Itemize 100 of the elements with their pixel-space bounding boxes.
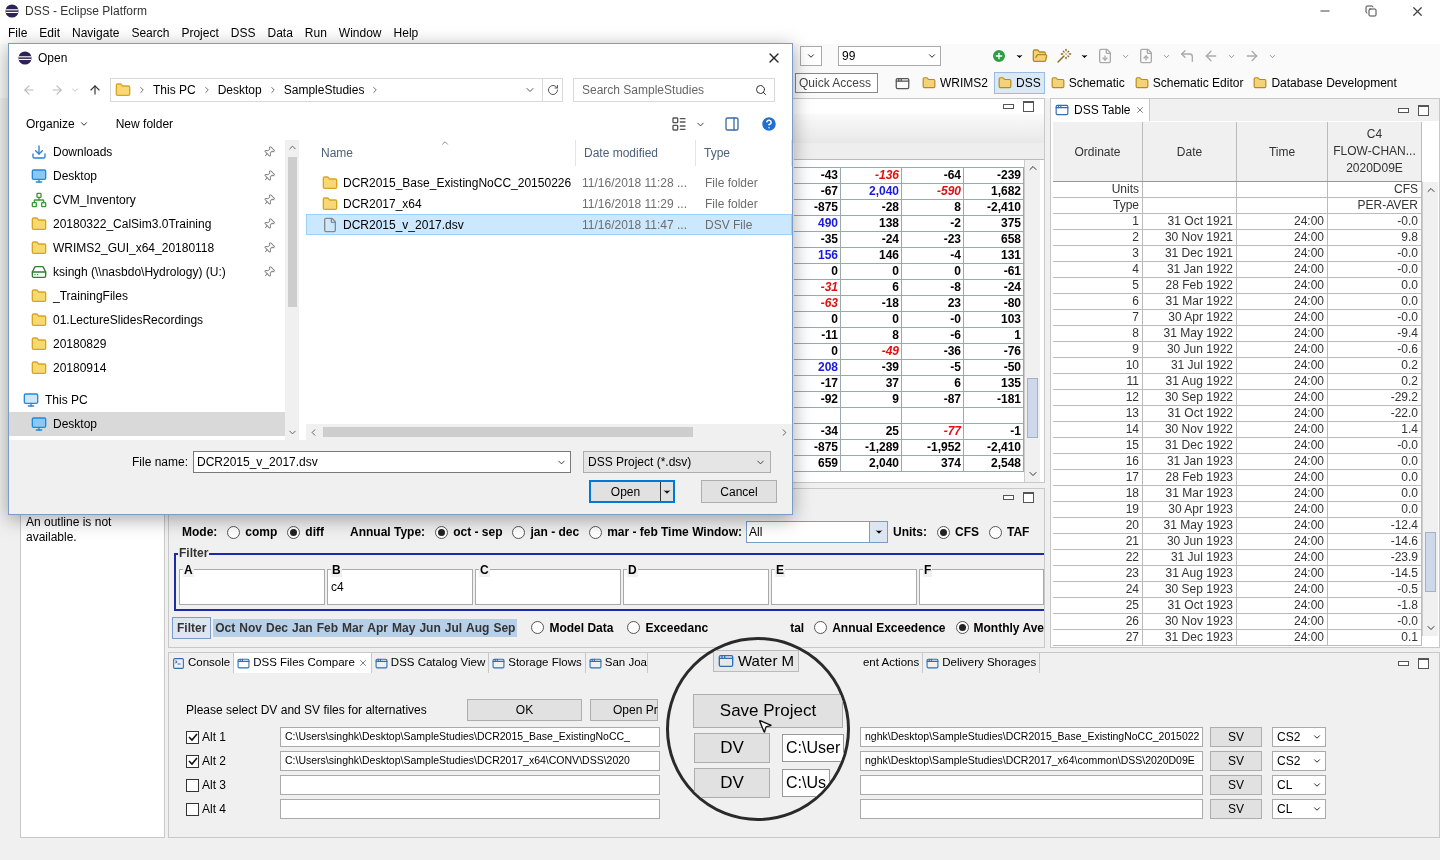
minimize-button[interactable] — [1003, 104, 1014, 110]
breadcrumb[interactable]: SampleStudies — [283, 81, 365, 99]
nav-item[interactable]: _TrainingFiles — [9, 284, 285, 308]
menu-item[interactable]: Navigate — [66, 24, 126, 42]
file-down-icon[interactable] — [1097, 48, 1113, 64]
view-tab[interactable]: San Joa — [585, 653, 648, 673]
wand-icon[interactable] — [1056, 48, 1072, 64]
dv-button[interactable]: DV — [694, 768, 770, 798]
month-toggle[interactable]: Nov — [237, 618, 264, 637]
preview-pane-icon[interactable] — [724, 116, 740, 132]
maximize-button[interactable] — [1023, 491, 1034, 503]
column-header[interactable]: Ordinate — [1053, 122, 1143, 181]
type-dropdown[interactable]: CS2 — [1272, 751, 1326, 771]
radio-button[interactable] — [989, 525, 1002, 539]
file-row[interactable]: DCR2015_Base_ExistingNoCC_20150226 11/16/2018 11:28 ... File folder — [306, 172, 792, 193]
menu-item[interactable]: DSS — [224, 24, 262, 42]
scrollbar[interactable] — [1024, 160, 1040, 482]
file-row[interactable]: DCR2015_v_2017.dsv 11/16/2018 11:47 ... DSV File — [306, 214, 792, 235]
radio-button[interactable] — [589, 525, 603, 539]
column-header[interactable]: Date modified — [576, 140, 696, 166]
column-header[interactable]: Time — [1237, 122, 1328, 181]
path-field[interactable]: C:\Us — [782, 769, 830, 797]
scrollbar[interactable] — [1422, 182, 1438, 636]
sv-button[interactable]: SV — [1210, 799, 1262, 819]
radio-button[interactable] — [512, 525, 526, 539]
nav-item[interactable]: Desktop — [9, 164, 285, 188]
nav-item[interactable]: 20180914 — [9, 356, 285, 380]
file-up-icon[interactable] — [1138, 48, 1154, 64]
view-tab[interactable]: DSS Table — [1051, 99, 1151, 121]
refresh-button[interactable] — [546, 84, 559, 96]
search-field[interactable]: Search SampleStudies — [573, 78, 775, 102]
dv-path-field[interactable]: C:\Users\singhk\Desktop\SampleStudies\DCR2017_x64\CONV\DSS\2020 — [280, 751, 660, 771]
forward-button[interactable] — [50, 83, 64, 97]
sv-path-field[interactable] — [860, 799, 1203, 819]
month-toggle[interactable]: Aug — [464, 618, 492, 637]
toolbar-dropdown[interactable] — [800, 46, 822, 66]
radio-button[interactable] — [287, 525, 301, 539]
minimize-button[interactable] — [1003, 494, 1014, 500]
month-toggle[interactable]: May — [390, 618, 418, 637]
open-button[interactable]: Open — [589, 480, 675, 503]
view-tab[interactable]: DSS Catalog View — [371, 653, 490, 673]
dv-path-field[interactable] — [280, 775, 660, 795]
up-button[interactable] — [88, 83, 102, 97]
column-header[interactable]: Date — [1143, 122, 1237, 181]
back-icon[interactable] — [1203, 48, 1219, 64]
radio-button[interactable] — [435, 525, 449, 539]
month-toggle[interactable]: Mar — [340, 618, 366, 637]
menu-item[interactable]: Data — [261, 24, 299, 42]
new-folder-button[interactable]: New folder — [115, 115, 174, 133]
nav-item[interactable]: 20180829 — [9, 332, 285, 356]
filter-button[interactable]: Filter — [172, 616, 212, 639]
month-toggle[interactable]: Oct — [213, 618, 238, 637]
save-project-button[interactable]: Save Project — [693, 694, 843, 728]
sv-path-field[interactable] — [860, 775, 1203, 795]
dv-button[interactable]: DV — [694, 733, 770, 763]
month-toggle[interactable]: Dec — [263, 618, 290, 637]
breadcrumb[interactable]: Desktop — [217, 81, 262, 99]
nav-item[interactable]: Downloads — [9, 140, 285, 164]
perspective-button[interactable]: Database Development — [1249, 72, 1401, 94]
sv-path-field[interactable]: nghk\Desktop\SampleStudies\DCR2015_Base_ExistingNoCC_2015022 — [860, 727, 1203, 747]
nav-item[interactable]: WRIMS2_GUI_x64_20180118 — [9, 236, 285, 260]
month-toggle[interactable]: Feb — [314, 618, 340, 637]
month-toggle[interactable]: Jan — [290, 618, 315, 637]
month-toggle[interactable]: Jun — [417, 618, 443, 637]
scrollbar-thumb[interactable] — [323, 427, 693, 437]
radio-button[interactable] — [955, 621, 969, 634]
view-tab[interactable]: ent Actions — [859, 653, 924, 673]
month-toggle[interactable]: Apr — [365, 618, 391, 637]
organize-button[interactable]: Organize — [26, 115, 89, 133]
sv-button[interactable]: SV — [1210, 751, 1262, 771]
column-header[interactable]: Name — [306, 140, 576, 166]
radio-button[interactable] — [627, 621, 641, 634]
checkbox[interactable] — [186, 778, 199, 792]
radio-button[interactable] — [814, 621, 828, 634]
menu-item[interactable]: Edit — [33, 24, 67, 42]
type-dropdown[interactable]: CL — [1272, 775, 1326, 795]
sv-button[interactable]: SV — [1210, 775, 1262, 795]
nav-item[interactable]: CVM_Inventory — [9, 188, 285, 212]
file-row[interactable]: DCR2017_x64 11/16/2018 11:29 ... File folder — [306, 193, 792, 214]
help-icon[interactable] — [760, 115, 778, 133]
close-tab-icon[interactable] — [357, 658, 368, 668]
back-button[interactable] — [22, 83, 36, 97]
menu-item[interactable]: Window — [332, 24, 388, 42]
perspective-button[interactable]: WRIMS2 — [918, 72, 992, 94]
nav-item[interactable]: 20180322_CalSim3.0Training — [9, 212, 285, 236]
menu-item[interactable]: Run — [298, 24, 333, 42]
menu-item[interactable]: Help — [387, 24, 425, 42]
forward-icon[interactable] — [1244, 48, 1260, 64]
menu-item[interactable]: File — [2, 24, 34, 42]
time-window-dropdown[interactable]: All — [746, 521, 888, 543]
type-dropdown[interactable]: CS2 — [1272, 727, 1326, 747]
radio-button[interactable] — [227, 525, 241, 539]
menu-item[interactable]: Search — [125, 24, 176, 42]
column-header[interactable]: Type — [696, 140, 792, 166]
path-field[interactable]: C:\User — [782, 734, 845, 762]
nav-item[interactable]: 01.LectureSlidesRecordings — [9, 308, 285, 332]
view-tab[interactable]: Storage Flows — [489, 653, 586, 673]
dv-path-field[interactable] — [280, 799, 660, 819]
cancel-button[interactable]: Cancel — [701, 480, 777, 503]
nav-item[interactable]: This PC — [9, 388, 285, 412]
